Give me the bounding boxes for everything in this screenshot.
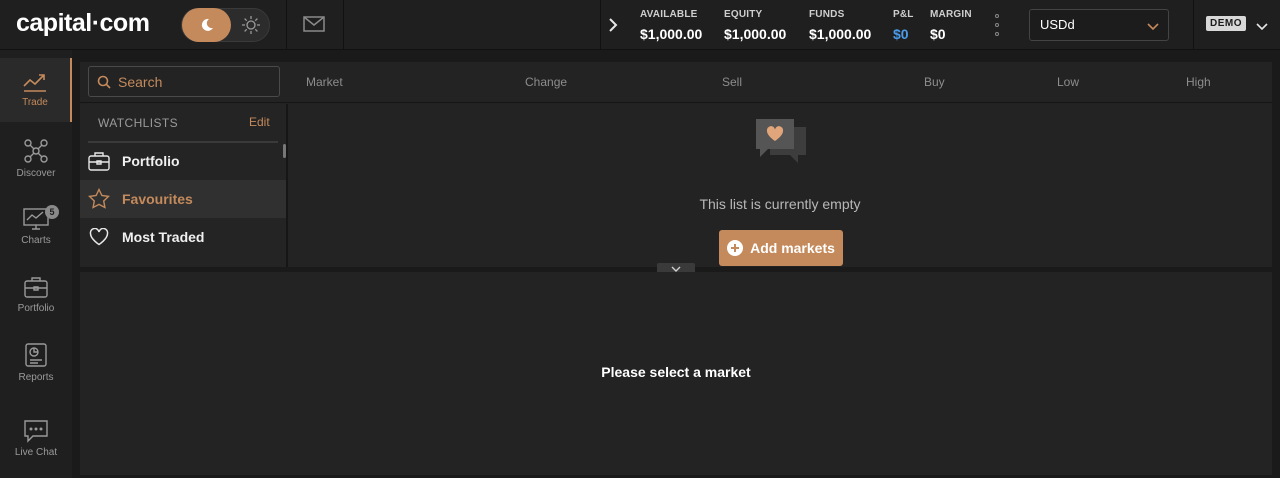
column-header-low[interactable]: Low	[1057, 75, 1079, 89]
chevron-down-icon[interactable]	[1256, 18, 1268, 36]
sidebar-item-label: Trade	[22, 96, 48, 108]
empty-state-message: This list is currently empty	[699, 196, 861, 212]
stat-label: AVAILABLE	[640, 9, 698, 20]
briefcase-icon	[24, 276, 48, 298]
watchlist-label: Most Traded	[122, 229, 205, 245]
watchlist-item-most-traded[interactable]: Most Traded	[80, 218, 286, 256]
sidebar-item-label: Discover	[16, 167, 56, 179]
watchlists-title: WATCHLISTS	[98, 116, 179, 130]
watchlist-label: Favourites	[122, 191, 193, 207]
notification-badge: 5	[45, 205, 59, 219]
column-header-market[interactable]: Market	[306, 75, 343, 89]
moon-icon[interactable]	[182, 8, 231, 42]
heart-icon	[88, 226, 110, 248]
divider	[286, 0, 287, 49]
sidebar-item-label: Portfolio	[17, 302, 55, 314]
sidebar-item-reports[interactable]: Reports	[0, 330, 72, 394]
select-market-message: Please select a market	[601, 364, 751, 380]
mail-icon[interactable]	[303, 15, 325, 38]
column-header-buy[interactable]: Buy	[924, 75, 945, 89]
stat-value: $1,000.00	[724, 26, 787, 42]
divider	[1193, 0, 1194, 49]
sun-icon[interactable]	[234, 9, 268, 41]
stat-available: AVAILABLE $1,000.00	[640, 9, 702, 42]
watchlist-label: Portfolio	[122, 153, 180, 169]
search-placeholder: Search	[118, 73, 163, 90]
stat-value: $0	[893, 26, 909, 42]
stat-value: $1,000.00	[809, 26, 872, 42]
currency-select[interactable]: USDd	[1029, 9, 1169, 41]
star-icon	[88, 188, 110, 210]
sidebar-item-label: Charts	[21, 234, 51, 246]
network-icon	[24, 138, 48, 163]
stat-label: EQUITY	[724, 9, 763, 20]
search-input[interactable]: Search	[88, 66, 280, 97]
stat-label: P&L	[893, 9, 914, 20]
more-options-icon[interactable]	[991, 14, 1003, 36]
sidebar-item-trade[interactable]: Trade	[0, 58, 72, 122]
edit-watchlists-button[interactable]: Edit	[249, 115, 270, 129]
briefcase-icon	[88, 150, 110, 172]
stat-value: $1,000.00	[640, 26, 703, 42]
sidebar-item-charts[interactable]: Charts 5	[0, 194, 72, 258]
report-icon	[25, 342, 47, 367]
sidebar-item-discover[interactable]: Discover	[0, 126, 72, 190]
table-header: Search Market Change Sell Buy Low High	[80, 62, 1272, 103]
watchlist-item-portfolio[interactable]: Portfolio	[80, 142, 286, 180]
sidebar-item-portfolio[interactable]: Portfolio	[0, 262, 72, 326]
sidebar-item-label: Live Chat	[14, 446, 58, 458]
column-header-change[interactable]: Change	[525, 75, 567, 89]
stat-pnl: P&L $0	[893, 9, 914, 42]
currency-value: USDd	[1040, 17, 1075, 32]
watchlists-panel: WATCHLISTS Edit Portfolio Favourites Mos…	[80, 104, 288, 267]
stat-value: $0	[930, 26, 946, 42]
sidebar: Trade Discover Charts 5 Portfolio Report…	[0, 50, 72, 478]
add-markets-label: Add markets	[750, 240, 835, 256]
market-detail-panel: Please select a market	[80, 272, 1272, 475]
watchlist-item-favourites[interactable]: Favourites	[80, 180, 286, 218]
chevron-down-icon	[1147, 19, 1159, 34]
top-bar: capital·com AVAILABLE $1,000.00 EQUITY $…	[0, 0, 1280, 50]
sidebar-item-live-chat[interactable]: Live Chat	[0, 406, 72, 470]
stat-label: MARGIN	[930, 9, 972, 20]
search-icon	[97, 75, 111, 89]
divider	[343, 0, 344, 49]
logo[interactable]: capital·com	[16, 9, 150, 38]
stat-margin: MARGIN $0	[930, 9, 972, 42]
column-header-sell[interactable]: Sell	[722, 75, 742, 89]
empty-list-icon	[754, 117, 808, 172]
stat-equity: EQUITY $1,000.00	[724, 9, 786, 42]
column-header-high[interactable]: High	[1186, 75, 1211, 89]
account-mode-badge[interactable]: DEMO	[1206, 16, 1246, 31]
add-markets-button[interactable]: Add markets	[719, 230, 843, 266]
sidebar-item-label: Reports	[18, 371, 54, 383]
stat-funds: FUNDS $1,000.00	[809, 9, 871, 42]
chat-icon	[24, 419, 48, 443]
stat-label: FUNDS	[809, 9, 845, 20]
plus-icon	[727, 240, 744, 256]
chevron-right-icon[interactable]	[600, 0, 626, 49]
trend-icon	[23, 73, 46, 92]
theme-toggle[interactable]	[181, 8, 270, 42]
market-panel: Search Market Change Sell Buy Low High W…	[80, 62, 1272, 267]
